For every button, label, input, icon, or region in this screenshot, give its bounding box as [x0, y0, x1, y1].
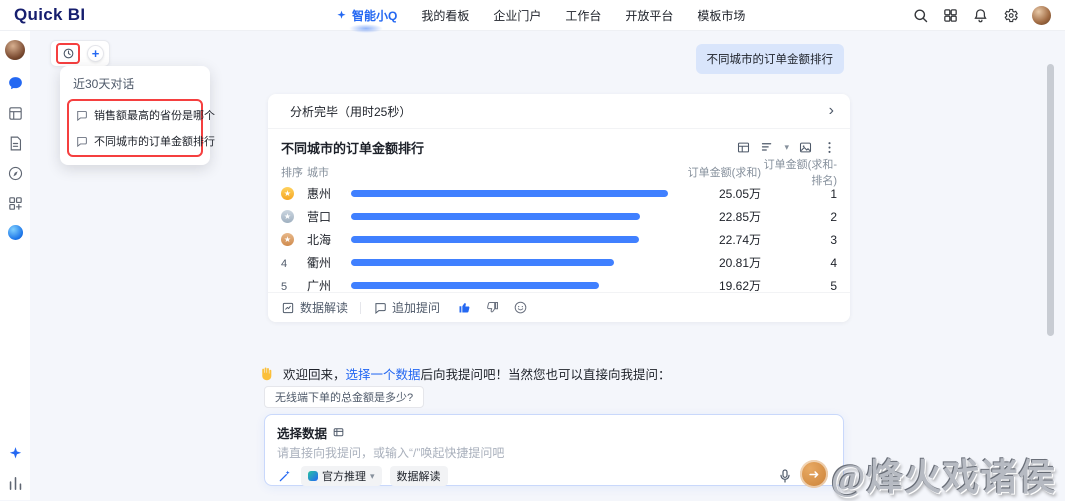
topbar: Quick BI 智能小Q 我的看板 企业门户 工作台 开放平台 模板市场: [0, 0, 1065, 30]
nav-label: 智能小Q: [352, 7, 397, 24]
chat-icon[interactable]: [7, 75, 24, 92]
bar: [351, 213, 640, 220]
history-item[interactable]: 不同城市的订单金额排行: [71, 128, 199, 154]
history-popup: 近30天对话 销售额最高的省份是哪个 不同城市的订单金额排行: [60, 66, 210, 165]
export-image-icon[interactable]: [798, 140, 813, 155]
table-row: 4 衢州 20.81万 4: [281, 251, 837, 274]
rank-table: 排序 城市 订单金额(求和) 订单金额(求和-排名) ★ 惠州 25.05万 1…: [268, 162, 850, 297]
apps-icon[interactable]: [7, 195, 24, 212]
analysis-card: 分析完毕（用时25秒） › 不同城市的订单金额排行 ▾: [268, 94, 850, 322]
sidebar-avatar[interactable]: [5, 40, 25, 60]
new-chat-plus-icon[interactable]: +: [87, 45, 104, 62]
chevron-right-icon[interactable]: ›: [829, 103, 834, 119]
select-data-button[interactable]: 选择数据: [277, 423, 831, 442]
report-icon[interactable]: [7, 135, 24, 152]
kebab-menu-icon[interactable]: [822, 140, 837, 155]
sparkle-icon[interactable]: [7, 445, 24, 462]
card-footer: 数据解读 追加提问: [268, 292, 850, 322]
app-logo: Quick BI: [14, 5, 85, 25]
chat-bubble-icon: [373, 301, 387, 315]
gear-icon[interactable]: [1002, 7, 1019, 24]
user-avatar[interactable]: [1032, 6, 1051, 25]
question-input[interactable]: [277, 446, 831, 460]
mic-icon[interactable]: [777, 468, 793, 484]
silver-medal-icon: ★: [281, 210, 294, 223]
greeting-row: 欢迎回来，选择一个数据后向我提问吧！当然您也可以直接向我提问：: [258, 364, 671, 383]
nav-template-market[interactable]: 模板市场: [697, 0, 745, 30]
sidebar-bottom: [7, 445, 24, 492]
analysis-status-row: 分析完毕（用时25秒） ›: [268, 94, 850, 129]
nav-smart-q[interactable]: 智能小Q: [335, 0, 397, 30]
thumbs-down-icon[interactable]: [485, 300, 500, 315]
table-view-icon[interactable]: [736, 140, 751, 155]
history-item[interactable]: 销售额最高的省份是哪个: [71, 102, 199, 128]
user-message-bubble: 不同城市的订单金额排行: [696, 44, 845, 74]
wave-hand-icon: [258, 365, 275, 382]
history-clock-icon[interactable]: [56, 43, 80, 64]
composer-toolbar: 官方推理 ▾ 数据解读: [277, 466, 831, 486]
model-select-chip[interactable]: 官方推理 ▾: [301, 466, 382, 486]
model-icon: [308, 471, 318, 481]
reaction-icons: [457, 300, 528, 315]
nav-workbench[interactable]: 工作台: [565, 0, 601, 30]
smiley-icon[interactable]: [513, 300, 528, 315]
chevron-down-icon[interactable]: ▾: [784, 142, 789, 153]
table-row: ★ 营口 22.85万 2: [281, 205, 837, 228]
select-data-icon: [332, 426, 345, 439]
chevron-down-icon: ▾: [370, 471, 375, 482]
nav-my-dashboards[interactable]: 我的看板: [421, 0, 469, 30]
suggestion-chip[interactable]: 无线端下单的总金额是多少?: [264, 386, 424, 408]
chat-bubble-icon: [75, 135, 88, 148]
chat-main: + 近30天对话 销售额最高的省份是哪个 不同城市的订单金额排行 不同城市的订单…: [30, 30, 1065, 500]
sparkle-q-icon: [335, 9, 348, 22]
wand-icon[interactable]: [277, 468, 293, 484]
chat-bubble-icon: [75, 109, 88, 122]
left-sidebar: [0, 30, 30, 500]
bar: [351, 282, 599, 289]
interpret-icon: [281, 301, 295, 315]
divider: [360, 302, 361, 314]
history-toolbar: +: [50, 40, 110, 67]
greeting-text: 欢迎回来，选择一个数据后向我提问吧！当然您也可以直接向我提问：: [283, 364, 671, 383]
columns-icon[interactable]: [7, 475, 24, 492]
search-icon[interactable]: [912, 7, 929, 24]
nav-enterprise-portal[interactable]: 企业门户: [493, 0, 541, 30]
nav-open-platform[interactable]: 开放平台: [625, 0, 673, 30]
chart-toolbar: ▾: [736, 140, 837, 155]
bar: [351, 259, 614, 266]
dashboard-icon[interactable]: [7, 105, 24, 122]
sort-view-icon[interactable]: [760, 140, 775, 155]
analysis-status-text: 分析完毕（用时25秒）: [290, 103, 411, 120]
interpret-chip[interactable]: 数据解读: [390, 466, 448, 486]
topbar-actions: [912, 6, 1051, 25]
gold-medal-icon: ★: [281, 187, 294, 200]
table-header-row: 排序 城市 订单金额(求和) 订单金额(求和-排名): [281, 162, 837, 182]
composer: 选择数据 官方推理 ▾ 数据解读: [264, 414, 844, 486]
history-annotation-box: 销售额最高的省份是哪个 不同城市的订单金额排行: [67, 99, 203, 157]
compass-icon[interactable]: [7, 165, 24, 182]
data-interpret-button[interactable]: 数据解读: [281, 299, 348, 316]
bar: [351, 190, 668, 197]
history-popup-title: 近30天对话: [73, 75, 203, 92]
table-row: ★ 惠州 25.05万 1: [281, 182, 837, 205]
bell-icon[interactable]: [972, 7, 989, 24]
chart-title: 不同城市的订单金额排行: [281, 138, 424, 157]
bronze-medal-icon: ★: [281, 233, 294, 246]
dataset-sphere-icon[interactable]: [8, 225, 23, 240]
table-row: ★ 北海 22.74万 3: [281, 228, 837, 251]
bar: [351, 236, 639, 243]
vertical-scrollbar[interactable]: [1047, 64, 1054, 336]
thumbs-up-icon[interactable]: [457, 300, 472, 315]
select-data-link[interactable]: 选择一个数据: [346, 368, 421, 382]
apps-grid-icon[interactable]: [942, 7, 959, 24]
main-nav: 智能小Q 我的看板 企业门户 工作台 开放平台 模板市场: [335, 0, 745, 30]
follow-up-button[interactable]: 追加提问: [373, 299, 440, 316]
